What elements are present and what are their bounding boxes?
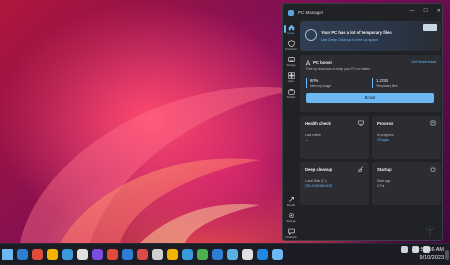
home-icon <box>288 24 294 31</box>
monitor-icon <box>358 120 364 126</box>
process-icon <box>430 120 436 126</box>
startup-apps-label: Start app <box>377 179 391 183</box>
taskbar-app-icon[interactable] <box>182 249 193 260</box>
storage-icon <box>287 57 295 62</box>
chevron-up-icon[interactable] <box>401 246 408 253</box>
taskbar-app-icon[interactable] <box>17 249 28 260</box>
taskbar-clock[interactable]: 8:52:56 AM 9/10/2023 <box>416 246 444 262</box>
taskbar-app-icon[interactable] <box>257 249 268 260</box>
power-icon <box>430 166 436 172</box>
taskbar-app-icon[interactable] <box>137 249 148 260</box>
health-check-status-value: — <box>305 138 309 142</box>
taskbar-app-icon[interactable] <box>212 249 223 260</box>
sidebar-item-feedback[interactable]: Feedback <box>283 228 299 239</box>
window-title: PC Manager <box>298 10 324 15</box>
process-status-label: In progress <box>377 133 394 137</box>
sidebar-item-home[interactable]: Home <box>283 24 299 35</box>
window-controls: — ☐ ✕ <box>409 8 441 14</box>
sidebar-item-benefit[interactable]: Benefit <box>283 196 299 207</box>
broom-icon <box>358 166 364 172</box>
sidebar-item-label: Home <box>287 32 295 35</box>
boost-description: Free up resources to keep your PC run fa… <box>306 67 370 71</box>
pc-manager-window: PC Manager — ☐ ✕ Home Protection Storage… <box>282 3 443 241</box>
app-logo-icon <box>288 9 294 16</box>
taskbar-app-icon[interactable] <box>242 249 253 260</box>
process-apps-link[interactable]: 29 Apps <box>377 138 389 142</box>
taskbar-app-icon[interactable] <box>122 249 133 260</box>
health-check-status-label: Last check <box>305 133 321 137</box>
sidebar-item-label: Settings <box>286 220 296 223</box>
sidebar-item-label: Benefit <box>286 204 296 207</box>
taskbar-app-icon[interactable] <box>62 249 73 260</box>
temp-files-value: 1.2GB <box>376 78 388 83</box>
taskbar-app-icon[interactable] <box>92 249 103 260</box>
taskbar-app-icon[interactable] <box>197 249 208 260</box>
startup-card[interactable]: Startup Start app 3 Tut <box>372 162 441 205</box>
taskbar: 8:52:56 AM 9/10/2023 <box>0 243 450 265</box>
disk-label: Local Disk (C:) <box>305 179 327 183</box>
taskbar-app-icon[interactable] <box>32 249 43 260</box>
title-bar: PC Manager — ☐ ✕ <box>283 4 442 21</box>
sidebar-item-label: Apps <box>288 80 294 83</box>
toolbox-icon <box>287 88 295 95</box>
startup-apps-value: 3 Tut <box>377 184 385 188</box>
benefit-icon <box>288 197 294 202</box>
deep-cleanup-card[interactable]: Deep cleanup Local Disk (C:) 330.4GB/465… <box>300 162 369 205</box>
deep-cleanup-link[interactable]: Use Deep Cleanup to free up space <box>321 38 378 42</box>
process-title: Process <box>377 121 394 126</box>
sidebar-item-label: Feedback <box>285 236 297 239</box>
clock-date: 9/10/2023 <box>419 255 444 261</box>
boost-icon <box>305 60 311 66</box>
temp-files-label: Temporary files <box>376 84 398 88</box>
sidebar-item-label: Storage <box>286 64 296 67</box>
taskbar-app-icon[interactable] <box>2 249 13 260</box>
startup-title: Startup <box>377 167 392 172</box>
deep-cleanup-title: Deep cleanup <box>305 167 333 172</box>
pc-boost-card: PC boost Get Smart boost Free up resourc… <box>300 55 441 112</box>
process-card[interactable]: Process In progress 29 Apps <box>372 116 441 159</box>
taskbar-app-icon[interactable] <box>47 249 58 260</box>
banner-illustration-icon <box>423 24 437 31</box>
health-check-card[interactable]: Health check Last check — <box>300 116 369 159</box>
memory-value: 60% <box>310 78 319 83</box>
feedback-icon <box>287 228 295 235</box>
sidebar-item-protection[interactable]: Protection <box>283 40 299 51</box>
gear-icon <box>288 212 294 219</box>
shield-icon <box>287 40 295 47</box>
sidebar-item-apps[interactable]: Apps <box>283 72 299 83</box>
sidebar-item-toolbox[interactable]: Toolbox <box>283 88 299 99</box>
boost-button[interactable]: Boost <box>306 93 434 103</box>
temp-files-banner: Your PC has a lot of temporary files Use… <box>300 21 441 51</box>
minimize-button[interactable]: — <box>409 8 414 14</box>
temp-files-stat: 1.2GB Temporary files <box>372 78 398 88</box>
windmill-watermark-icon <box>425 226 435 238</box>
main-content: Your PC has a lot of temporary files Use… <box>300 21 441 240</box>
sidebar-item-label: Protection <box>285 48 297 51</box>
cleanup-rocket-icon <box>305 29 317 41</box>
close-button[interactable]: ✕ <box>437 8 441 14</box>
taskbar-app-icon[interactable] <box>167 249 178 260</box>
disk-usage-link[interactable]: 330.4GB/465.6GB <box>305 184 332 188</box>
taskbar-apps <box>2 249 283 260</box>
smart-boost-link[interactable]: Get Smart boost <box>411 60 436 64</box>
sidebar: Home Protection Storage Apps Toolbox Ben… <box>283 21 299 240</box>
taskbar-app-icon[interactable] <box>152 249 163 260</box>
taskbar-app-icon[interactable] <box>107 249 118 260</box>
memory-label: Memory usage <box>310 84 332 88</box>
apps-icon <box>287 72 295 79</box>
sidebar-item-settings[interactable]: Settings <box>283 212 299 223</box>
taskbar-app-icon[interactable] <box>77 249 88 260</box>
memory-stat: 60% Memory usage <box>306 78 331 88</box>
health-check-title: Health check <box>305 121 331 126</box>
banner-title: Your PC has a lot of temporary files <box>321 30 392 35</box>
notification-icon[interactable] <box>445 250 449 260</box>
clock-time: 8:52:56 AM <box>416 247 444 253</box>
taskbar-app-icon[interactable] <box>227 249 238 260</box>
taskbar-app-icon[interactable] <box>272 249 283 260</box>
maximize-button[interactable]: ☐ <box>423 8 427 14</box>
sidebar-item-label: Toolbox <box>286 96 296 99</box>
boost-title: PC boost <box>313 60 332 65</box>
sidebar-item-storage[interactable]: Storage <box>283 56 299 67</box>
